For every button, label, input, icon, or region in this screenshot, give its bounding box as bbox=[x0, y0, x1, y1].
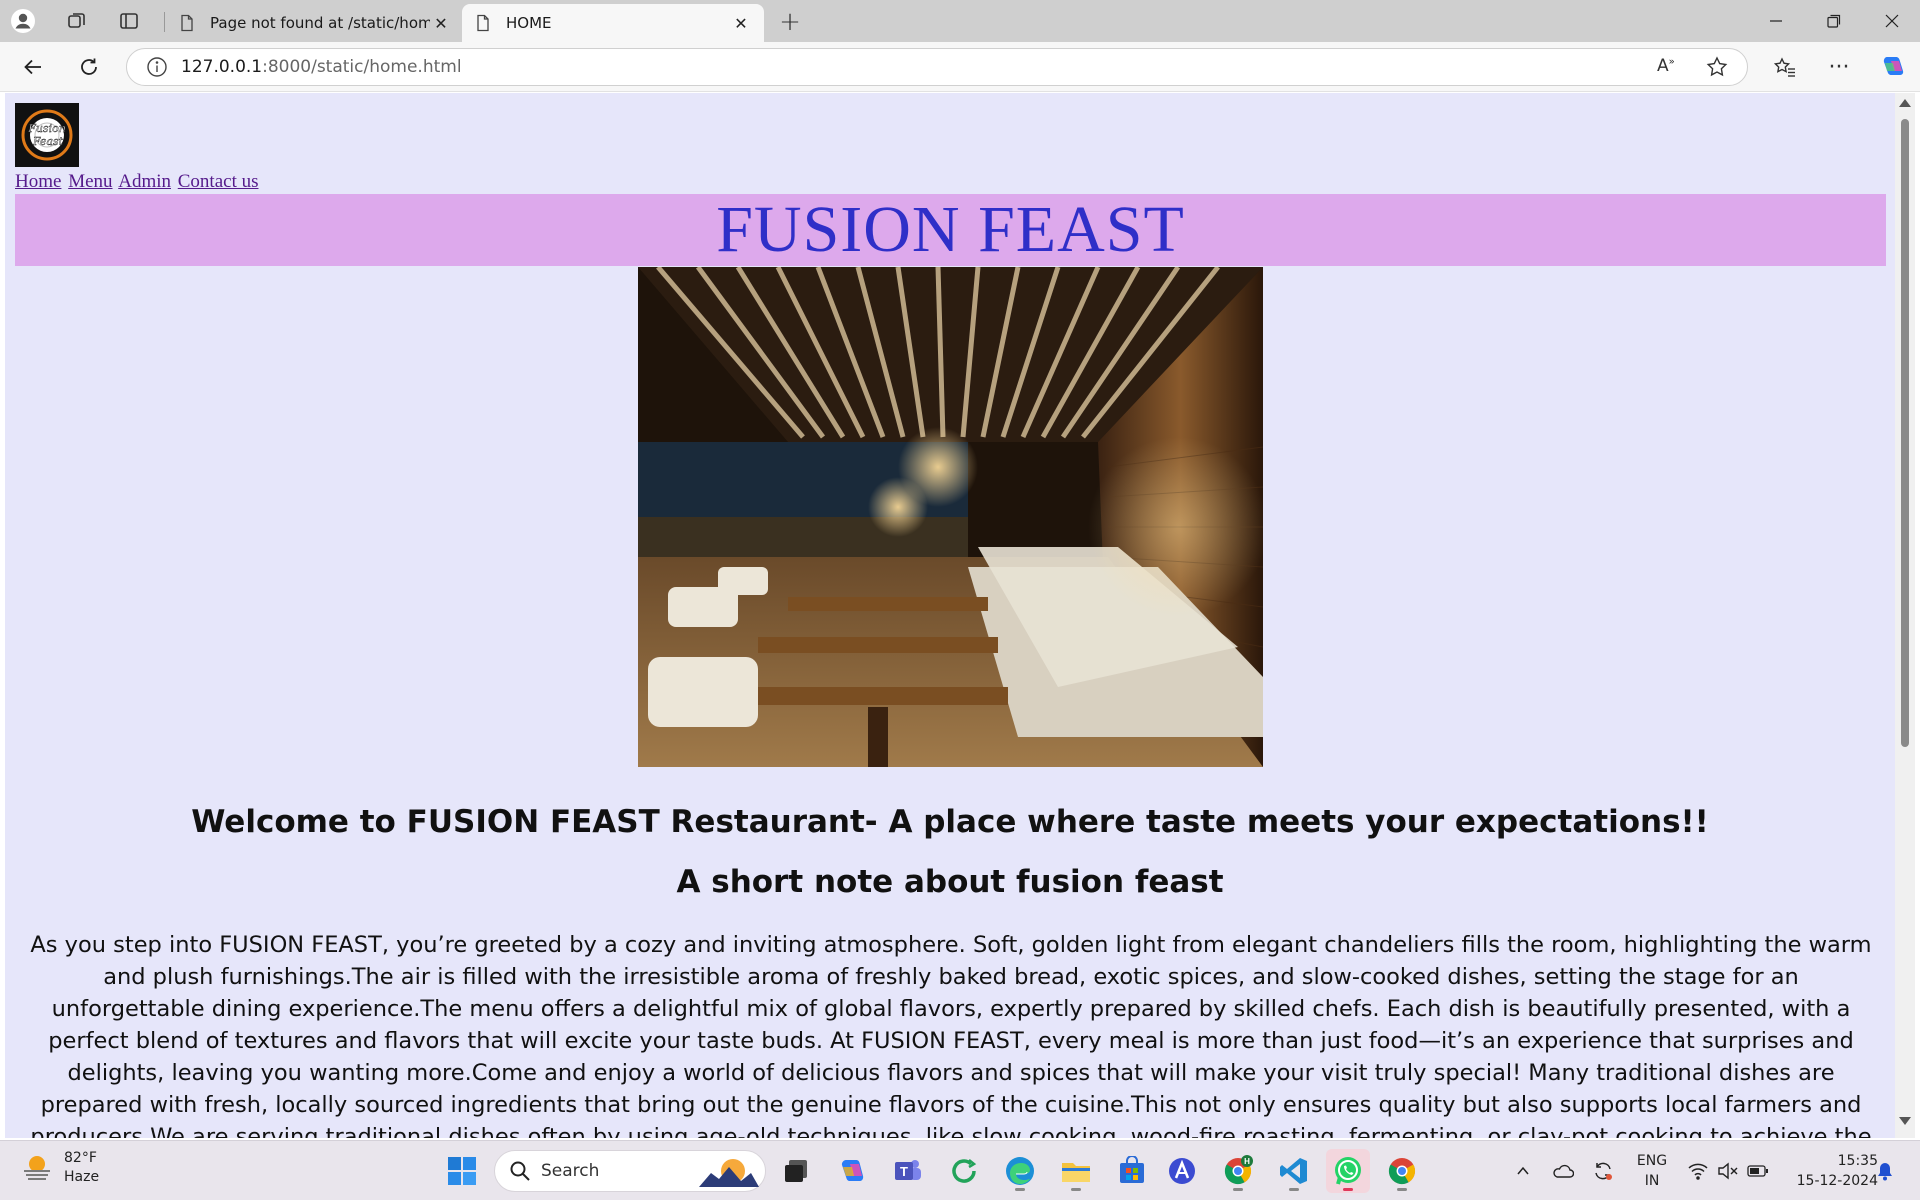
favorites-icon[interactable] bbox=[1768, 51, 1802, 83]
sync-icon[interactable] bbox=[1588, 1141, 1618, 1200]
vscode-icon[interactable] bbox=[1272, 1149, 1316, 1193]
copilot-app-icon[interactable] bbox=[830, 1149, 874, 1193]
browser-tab-strip: Page not found at /static/home.h ✕ HOME … bbox=[0, 0, 1920, 42]
nav-link-home[interactable]: Home bbox=[15, 171, 61, 192]
tab-page-not-found[interactable]: Page not found at /static/home.h ✕ bbox=[166, 4, 464, 42]
restaurant-logo[interactable]: Fusion Feast bbox=[15, 103, 79, 167]
scroll-down-icon[interactable] bbox=[1899, 1117, 1911, 1125]
profile-icon[interactable] bbox=[8, 6, 38, 36]
browser-toolbar: 127.0.0.1:8000/static/home.html A» ··· bbox=[0, 42, 1920, 92]
about-subheading: A short note about fusion feast bbox=[676, 864, 1224, 900]
language-code: ENG bbox=[1636, 1153, 1668, 1169]
region-code: IN bbox=[1644, 1173, 1660, 1189]
copilot-icon[interactable] bbox=[1876, 51, 1910, 83]
page-title: FUSION FEAST bbox=[716, 193, 1185, 266]
scroll-up-icon[interactable] bbox=[1899, 99, 1911, 107]
running-indicator bbox=[1343, 1188, 1353, 1191]
site-nav: Home Menu Admin Contact us bbox=[15, 171, 261, 193]
url-path: :8000/static/home.html bbox=[262, 57, 462, 77]
taskbar-search[interactable]: Search bbox=[494, 1150, 766, 1192]
nav-link-contact[interactable]: Contact us bbox=[178, 171, 259, 192]
page-icon bbox=[181, 14, 193, 32]
running-indicator bbox=[1071, 1188, 1081, 1191]
weather-temp: 82°F bbox=[64, 1150, 97, 1166]
tab-title: HOME bbox=[506, 14, 552, 32]
back-icon[interactable] bbox=[16, 51, 50, 83]
url-text[interactable]: 127.0.0.1:8000/static/home.html bbox=[181, 57, 462, 77]
chrome-profile-icon[interactable]: H bbox=[1216, 1149, 1260, 1193]
svg-text:Feast: Feast bbox=[32, 135, 64, 148]
more-icon[interactable]: ··· bbox=[1822, 51, 1856, 83]
running-indicator bbox=[1233, 1188, 1243, 1191]
search-label: Search bbox=[541, 1161, 600, 1181]
search-icon bbox=[510, 1161, 530, 1181]
restaurant-interior-photo bbox=[638, 267, 1263, 767]
window-close-icon[interactable] bbox=[1862, 0, 1920, 42]
clock-time: 15:35 bbox=[1837, 1153, 1878, 1169]
weather-widget[interactable]: 82°F Haze bbox=[20, 1149, 99, 1187]
address-bar[interactable]: 127.0.0.1:8000/static/home.html A» bbox=[126, 48, 1748, 86]
svg-text:T: T bbox=[900, 1164, 908, 1179]
url-host: 127.0.0.1 bbox=[181, 57, 263, 77]
onedrive-icon[interactable] bbox=[1548, 1141, 1578, 1200]
taskbar: 82°F Haze Search T H ENG IN 15:35 15-12-… bbox=[0, 1140, 1920, 1200]
whatsapp-icon[interactable] bbox=[1326, 1149, 1370, 1193]
svg-text:Fusion: Fusion bbox=[27, 122, 66, 135]
app-a-icon[interactable] bbox=[1160, 1149, 1204, 1193]
nav-link-menu[interactable]: Menu bbox=[68, 171, 112, 192]
clock-date: 15-12-2024 bbox=[1796, 1173, 1878, 1189]
favorite-star-icon[interactable] bbox=[1705, 55, 1729, 83]
welcome-heading: Welcome to FUSION FEAST Restaurant- A pl… bbox=[191, 804, 1709, 840]
weather-desc: Haze bbox=[64, 1169, 100, 1185]
volume-muted-icon[interactable] bbox=[1714, 1141, 1742, 1200]
battery-icon[interactable] bbox=[1744, 1141, 1772, 1200]
workspaces-icon[interactable] bbox=[62, 6, 92, 36]
running-indicator bbox=[1397, 1188, 1407, 1191]
edge-icon[interactable] bbox=[998, 1149, 1042, 1193]
refresh-icon[interactable] bbox=[72, 51, 106, 83]
task-view-icon[interactable] bbox=[774, 1149, 818, 1193]
haze-sun-icon bbox=[24, 1156, 50, 1180]
store-icon[interactable] bbox=[1110, 1149, 1154, 1193]
system-clock[interactable]: 15:35 15-12-2024 bbox=[1782, 1151, 1878, 1191]
running-indicator bbox=[1289, 1188, 1299, 1191]
chevron-up-icon[interactable] bbox=[1508, 1141, 1538, 1200]
title-banner: FUSION FEAST bbox=[15, 193, 1886, 266]
tab-title: Page not found at /static/home.h bbox=[210, 14, 430, 32]
scroll-thumb[interactable] bbox=[1901, 119, 1909, 747]
tab-actions-icon[interactable] bbox=[114, 6, 144, 36]
close-icon[interactable]: ✕ bbox=[730, 12, 752, 34]
running-indicator bbox=[1015, 1188, 1025, 1191]
minimize-icon[interactable] bbox=[1746, 0, 1806, 42]
web-page: Fusion Feast Home Menu Admin Contact us … bbox=[5, 93, 1895, 1138]
wifi-icon[interactable] bbox=[1684, 1141, 1712, 1200]
chrome-icon[interactable] bbox=[1380, 1149, 1424, 1193]
new-tab-icon[interactable]: + bbox=[774, 6, 806, 38]
search-highlight-icon bbox=[699, 1159, 759, 1187]
nav-link-admin[interactable]: Admin bbox=[118, 171, 171, 192]
tab-separator bbox=[164, 12, 165, 32]
page-icon bbox=[477, 14, 489, 32]
close-icon[interactable]: ✕ bbox=[430, 12, 452, 34]
page-scrollbar[interactable] bbox=[1895, 93, 1915, 1138]
maximize-icon[interactable] bbox=[1804, 0, 1864, 42]
refresh-app-icon[interactable] bbox=[942, 1149, 986, 1193]
read-aloud-icon[interactable]: A» bbox=[1657, 56, 1681, 80]
teams-icon[interactable]: T bbox=[886, 1149, 930, 1193]
info-icon[interactable] bbox=[145, 55, 169, 79]
file-explorer-icon[interactable] bbox=[1054, 1149, 1098, 1193]
notification-bell-icon[interactable] bbox=[1870, 1141, 1900, 1200]
language-indicator[interactable]: ENG IN bbox=[1632, 1151, 1672, 1191]
about-paragraph: As you step into FUSION FEAST, you’re gr… bbox=[30, 932, 1872, 1138]
start-icon[interactable] bbox=[440, 1149, 484, 1193]
tab-home[interactable]: HOME ✕ bbox=[462, 4, 764, 42]
svg-text:H: H bbox=[1244, 1157, 1250, 1166]
